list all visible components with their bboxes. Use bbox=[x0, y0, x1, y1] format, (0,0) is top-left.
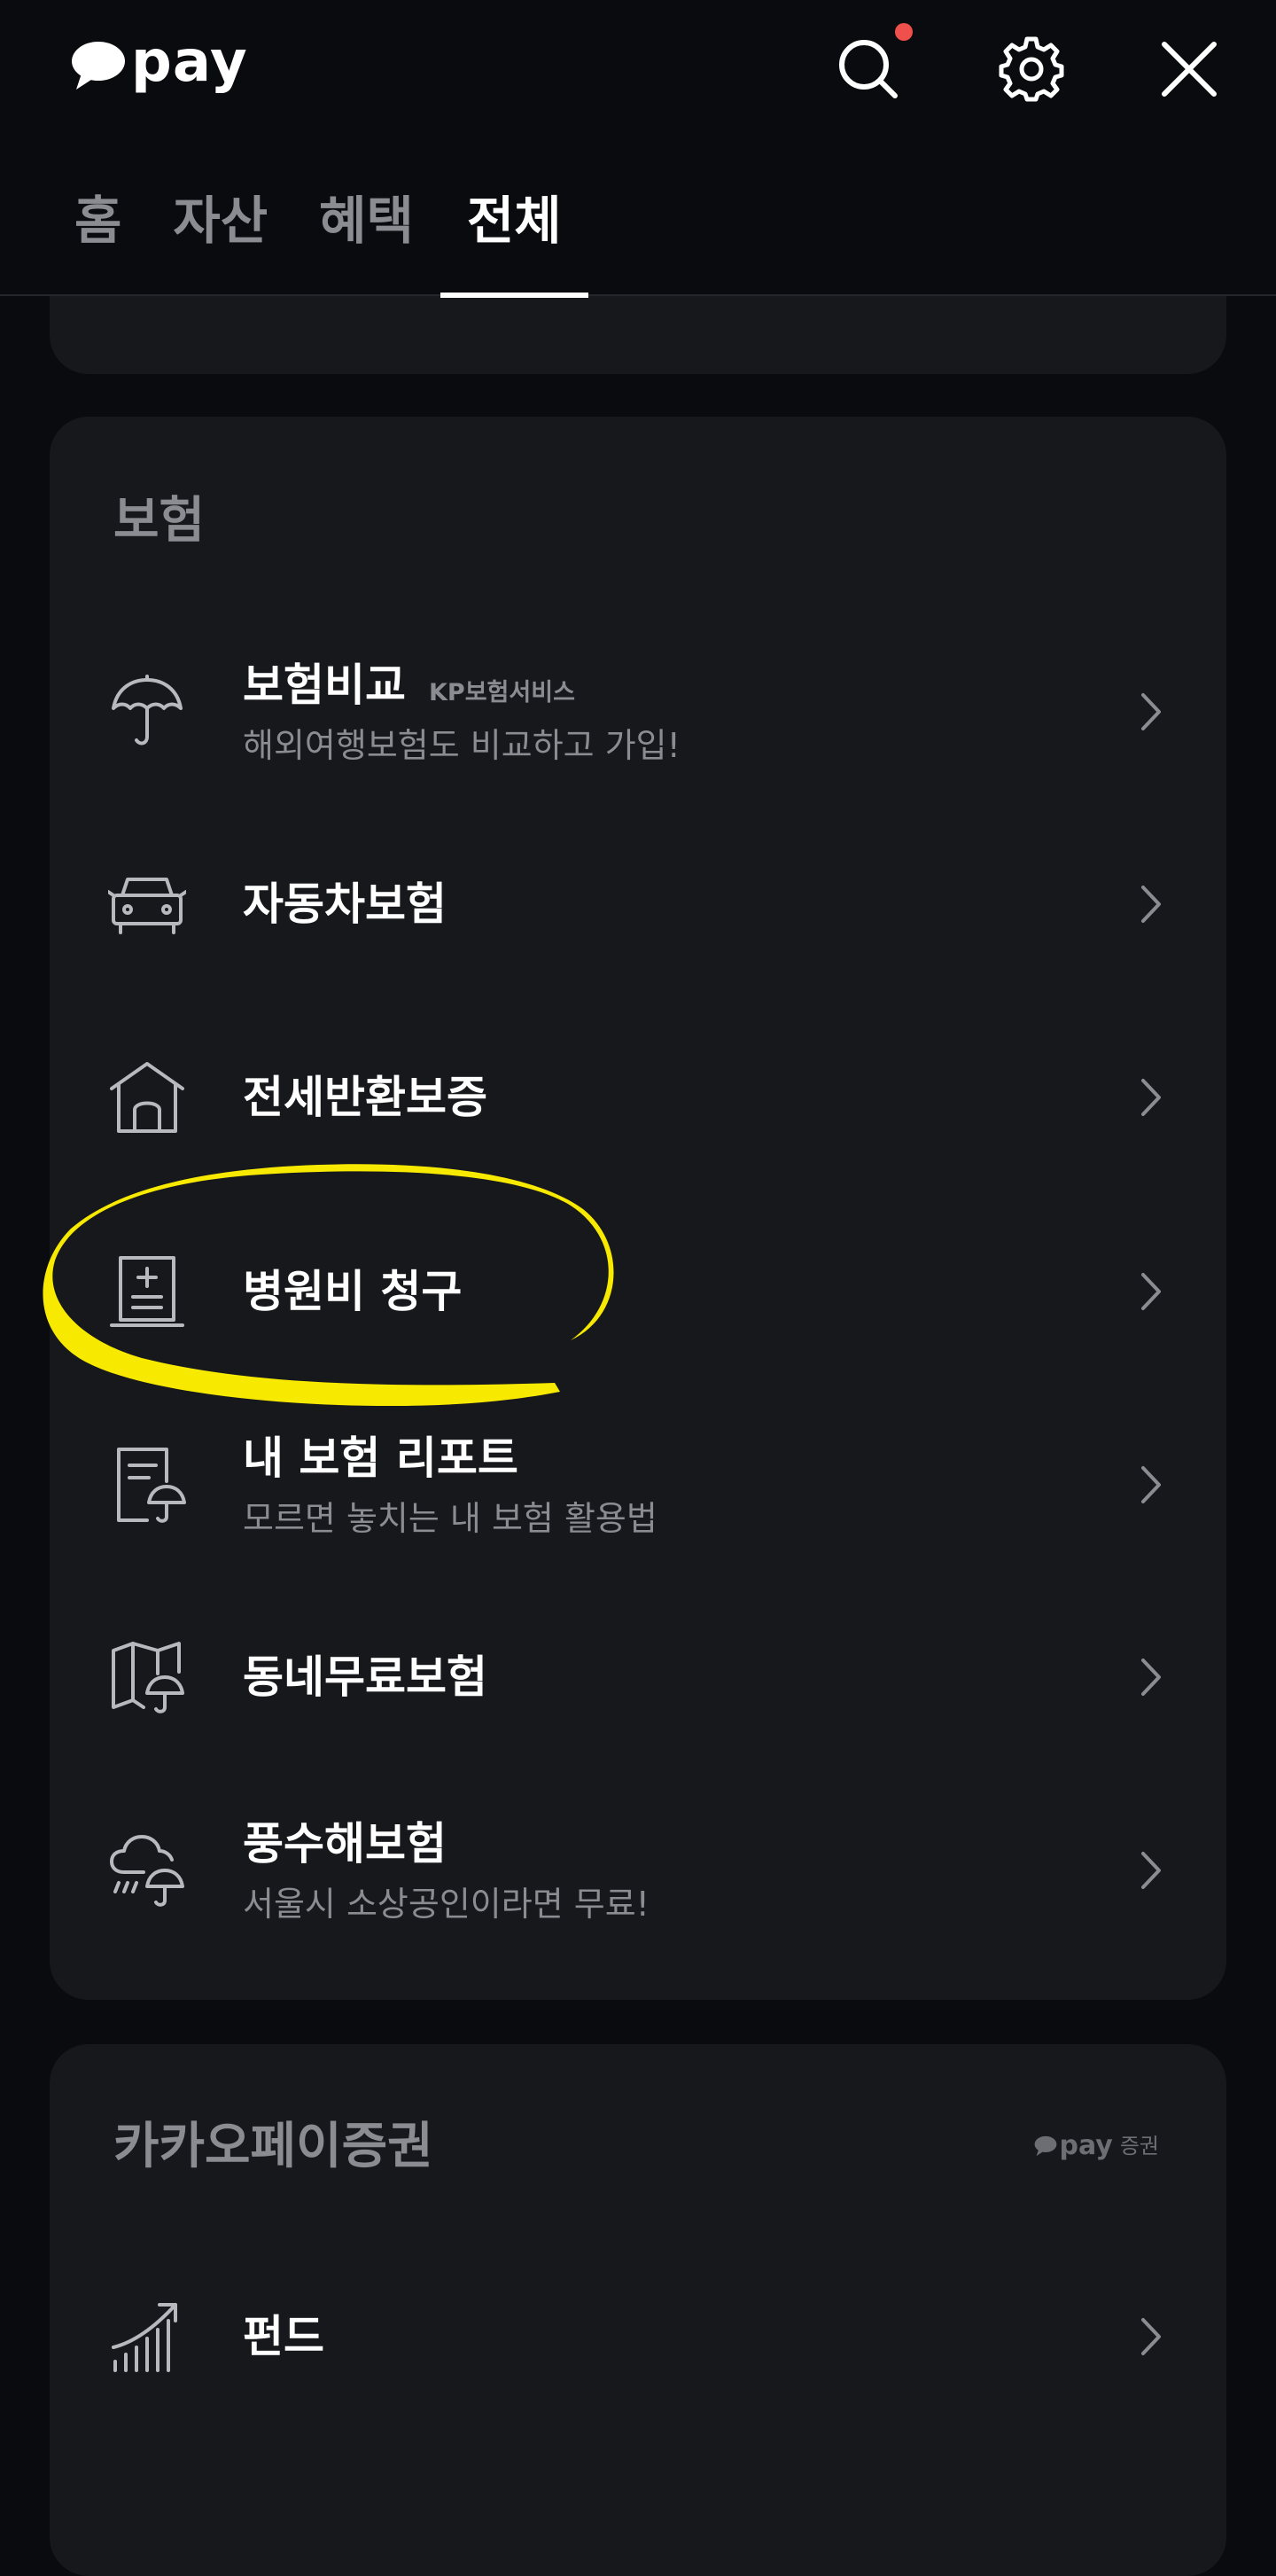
chevron-right-icon bbox=[1129, 1269, 1173, 1314]
menu-item-neighborhood-free-insurance[interactable]: 동네무료보험 bbox=[50, 1589, 1226, 1766]
menu-item-car-insurance[interactable]: 자동차보험 bbox=[50, 816, 1226, 993]
tab-assets[interactable]: 자산 bbox=[173, 177, 268, 296]
menu-item-text: 펀드 bbox=[243, 2310, 324, 2363]
tab-label: 자산 bbox=[173, 191, 268, 251]
menu-item-subtitle: 모르면 놓치는 내 보험 활용법 bbox=[243, 1499, 657, 1539]
brand-pay-text: pay bbox=[1059, 2130, 1113, 2161]
menu-item-title: 동네무료보험 bbox=[243, 1651, 487, 1703]
tab-label: 홈 bbox=[74, 191, 122, 251]
chevron-right-icon bbox=[1129, 1848, 1173, 1893]
tab-home[interactable]: 홈 bbox=[74, 177, 121, 296]
kakaopay-securities-logo: pay 증권 bbox=[1034, 2133, 1159, 2159]
menu-item-subtitle: 해외여행보험도 비교하고 가입! bbox=[243, 726, 681, 766]
search-icon bbox=[839, 40, 898, 98]
top-header: pay 홈 자산 혜택 전체 bbox=[0, 0, 1276, 298]
chevron-right-icon bbox=[1129, 1655, 1173, 1699]
kakaopay-securities-section: 카카오페이증권 pay 증권 펀드 bbox=[50, 2044, 1226, 2576]
kakaopay-logo[interactable]: pay bbox=[71, 30, 248, 101]
chevron-right-icon bbox=[1129, 882, 1173, 926]
menu-item-title: 보험비교 bbox=[243, 660, 406, 712]
map-umbrella-icon bbox=[108, 1638, 186, 1716]
menu-item-title: 펀드 bbox=[243, 2311, 324, 2362]
brand-sub-text: 증권 bbox=[1119, 2134, 1159, 2158]
menu-item-text: 내 보험 리포트 모르면 놓치는 내 보험 활용법 bbox=[243, 1432, 657, 1538]
speech-bubble-icon bbox=[72, 42, 125, 90]
menu-item-text: 보험비교 KP보험서비스 해외여행보험도 비교하고 가입! bbox=[243, 659, 681, 765]
menu-item-hospital-bill-claim[interactable]: 병원비 청구 bbox=[50, 1203, 1226, 1380]
chevron-right-icon bbox=[1129, 690, 1173, 734]
menu-item-my-insurance-report[interactable]: 내 보험 리포트 모르면 놓치는 내 보험 활용법 bbox=[50, 1396, 1226, 1573]
section-title: 카카오페이증권 bbox=[113, 2118, 433, 2175]
report-umbrella-icon bbox=[108, 1446, 186, 1524]
active-tab-indicator bbox=[440, 293, 588, 298]
car-icon bbox=[108, 865, 186, 943]
menu-item-title: 병원비 청구 bbox=[243, 1266, 463, 1317]
chevron-right-icon bbox=[1129, 2314, 1173, 2359]
menu-item-text: 풍수해보험 서울시 소상공인이라면 무료! bbox=[243, 1817, 650, 1924]
gear-icon bbox=[999, 36, 1064, 102]
settings-button[interactable] bbox=[994, 32, 1069, 106]
tab-label: 혜택 bbox=[319, 191, 414, 251]
medical-document-icon bbox=[108, 1253, 186, 1331]
menu-item-text: 병원비 청구 bbox=[243, 1265, 462, 1318]
umbrella-icon bbox=[108, 673, 186, 751]
house-icon bbox=[108, 1058, 186, 1136]
tab-all[interactable]: 전체 bbox=[440, 177, 588, 298]
insurance-section: 보험 보험비교 KP보험서비스 해외여행보험도 비교하고 가입! 자동차보험 전… bbox=[50, 417, 1226, 2000]
menu-item-title: 전세반환보증 bbox=[243, 1072, 487, 1123]
menu-item-title: 자동차보험 bbox=[243, 878, 447, 930]
menu-item-title: 내 보험 리포트 bbox=[243, 1432, 518, 1485]
chart-growth-icon bbox=[108, 2298, 186, 2376]
tab-label: 전체 bbox=[466, 191, 562, 251]
menu-item-title: 풍수해보험 bbox=[243, 1818, 447, 1870]
logo-text: pay bbox=[131, 29, 248, 95]
menu-item-jeonse-guarantee[interactable]: 전세반환보증 bbox=[50, 1009, 1226, 1186]
menu-item-text: 자동차보험 bbox=[243, 878, 447, 931]
storm-umbrella-icon bbox=[108, 1831, 186, 1909]
chevron-right-icon bbox=[1129, 1075, 1173, 1120]
section-title: 보험 bbox=[113, 492, 206, 550]
chevron-right-icon bbox=[1129, 1463, 1173, 1507]
notification-dot bbox=[895, 23, 913, 41]
provider-badge: KP보험서비스 bbox=[429, 679, 575, 707]
menu-item-storm-flood-insurance[interactable]: 풍수해보험 서울시 소상공인이라면 무료! bbox=[50, 1782, 1226, 1959]
menu-item-subtitle: 서울시 소상공인이라면 무료! bbox=[243, 1885, 650, 1924]
close-button[interactable] bbox=[1152, 32, 1226, 106]
tab-bar: 홈 자산 혜택 전체 bbox=[0, 177, 588, 298]
menu-item-text: 동네무료보험 bbox=[243, 1651, 487, 1704]
tab-benefits[interactable]: 혜택 bbox=[319, 177, 414, 296]
menu-item-fund[interactable]: 펀드 bbox=[50, 2248, 1226, 2425]
search-button[interactable] bbox=[831, 32, 906, 106]
close-icon bbox=[1162, 42, 1217, 97]
menu-item-insurance-compare[interactable]: 보험비교 KP보험서비스 해외여행보험도 비교하고 가입! bbox=[50, 623, 1226, 800]
speech-bubble-icon bbox=[1035, 2135, 1057, 2157]
menu-item-text: 전세반환보증 bbox=[243, 1071, 487, 1124]
